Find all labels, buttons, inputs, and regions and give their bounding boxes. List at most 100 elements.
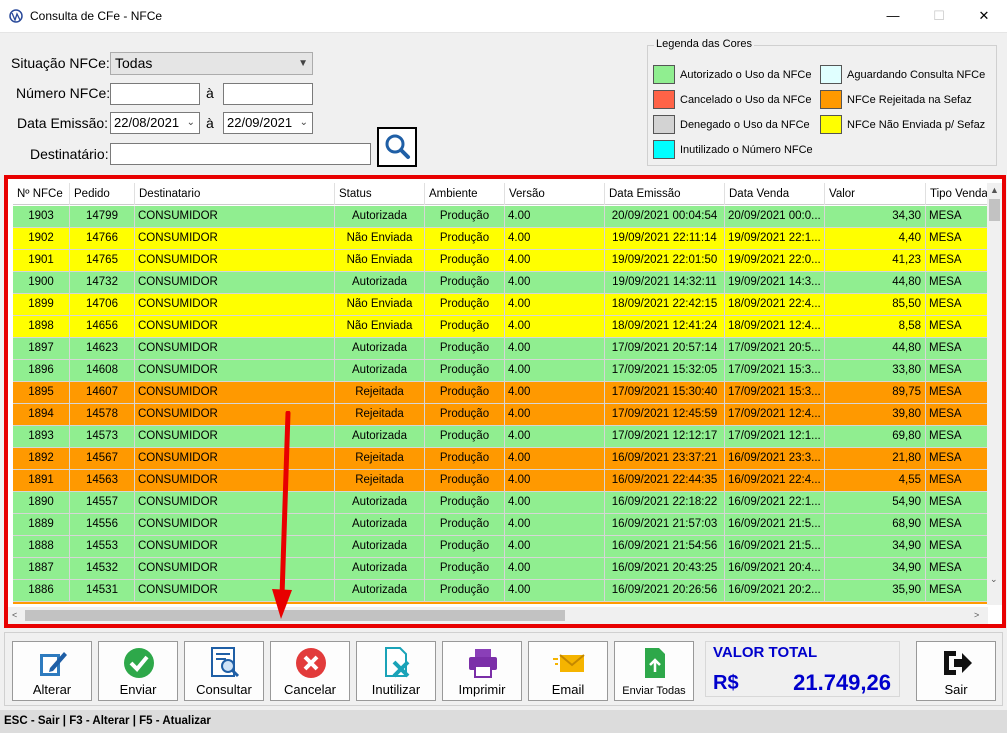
table-cell: CONSUMIDOR [135,272,335,293]
table-row[interactable]: 1897 14623 CONSUMIDOR Autorizada Produção 4.0… [13,338,988,360]
sair-button[interactable]: Sair [916,641,996,701]
table-cell: Autorizada [335,536,425,557]
mail-icon [553,654,585,672]
table-row[interactable]: 1894 14578 CONSUMIDOR Rejeitada Produção 4.00… [13,404,988,426]
table-cell: 17/09/2021 12:12:17 [605,426,725,447]
table-row[interactable]: 1890 14557 CONSUMIDOR Autorizada Produção 4.0… [13,492,988,514]
imprimir-button[interactable]: Imprimir [442,641,522,701]
table-row[interactable]: 1898 14656 CONSUMIDOR Não Enviada Produção 4.… [13,316,988,338]
table-row[interactable]: 1886 14531 CONSUMIDOR Autorizada Produção 4.0… [13,580,988,602]
column-header[interactable]: Nº NFCe [13,183,70,205]
legend-label-aguardando: Aguardando Consulta NFCe [847,69,986,81]
table-row[interactable]: 1892 14567 CONSUMIDOR Rejeitada Produção 4.00… [13,448,988,470]
data-to-picker[interactable]: 22/09/2021 ⌄ [223,112,313,134]
maximize-button[interactable]: ☐ [916,0,962,32]
table-cell: Produção [425,404,505,425]
table-row[interactable]: 1899 14706 CONSUMIDOR Não Enviada Produção 4.… [13,294,988,316]
scroll-down-icon[interactable]: ⌄ [990,574,998,585]
destinatario-input[interactable] [110,143,371,165]
legend-title: Legenda das Cores [654,38,755,50]
table-cell: 8,58 [825,316,926,337]
scroll-up-icon[interactable]: ▲ [990,185,999,195]
table-cell: 17/09/2021 15:3... [725,360,825,381]
column-header[interactable]: Status [335,183,425,205]
data-to-value: 22/09/2021 [227,115,293,130]
close-button[interactable]: ✕ [961,0,1007,32]
column-header[interactable]: Destinatario [135,183,335,205]
alterar-button[interactable]: Alterar [12,641,92,701]
minimize-button[interactable]: — [870,0,916,32]
table-row[interactable]: 1893 14573 CONSUMIDOR Autorizada Produção 4.0… [13,426,988,448]
vertical-scroll-thumb[interactable] [989,199,1000,221]
table-cell: 4.00 [505,580,605,601]
enviar-todas-button[interactable]: Enviar Todas [614,641,694,701]
numero-from-input[interactable] [110,83,200,105]
enviar-button[interactable]: Enviar [98,641,178,701]
legend-swatch-cancelado [653,90,675,109]
table-row[interactable]: 1900 14732 CONSUMIDOR Autorizada Produção 4.0… [13,272,988,294]
column-header[interactable]: Tipo Venda [926,183,988,205]
scroll-right-icon[interactable]: > [974,610,979,620]
table-cell: 1895 [13,382,70,403]
nfce-grid[interactable]: Nº NFCe Pedido Destinatario Status Ambiente V… [4,175,1006,628]
column-header[interactable]: Ambiente [425,183,505,205]
table-cell: Produção [425,338,505,359]
table-cell: Rejeitada [335,404,425,425]
table-cell: MESA [926,448,988,469]
column-header[interactable]: Versão [505,183,605,205]
table-cell: 14732 [70,272,135,293]
table-row[interactable]: 1895 14607 CONSUMIDOR Rejeitada Produção 4.00… [13,382,988,404]
table-cell: MESA [926,206,988,227]
consultar-label: Consultar [196,682,252,697]
table-cell: Autorizada [335,580,425,601]
table-cell: CONSUMIDOR [135,492,335,513]
table-cell: 17/09/2021 20:57:14 [605,338,725,359]
column-header[interactable]: Valor [825,183,926,205]
table-cell: Autorizada [335,514,425,535]
table-cell: 16/09/2021 22:18:22 [605,492,725,513]
inutilizar-button[interactable]: Inutilizar [356,641,436,701]
window-title: Consulta de CFe - NFCe [30,9,163,23]
numero-to-input[interactable] [223,83,313,105]
table-row[interactable]: 1902 14766 CONSUMIDOR Não Enviada Produção 4.… [13,228,988,250]
table-row[interactable]: 1887 14532 CONSUMIDOR Autorizada Produção 4.0… [13,558,988,580]
legend-label-nao-enviada: NFCe Não Enviada p/ Sefaz [847,119,986,131]
data-from-picker[interactable]: 22/08/2021 ⌄ [110,112,200,134]
email-label: Email [551,682,585,697]
table-row[interactable]: 1891 14563 CONSUMIDOR Rejeitada Produção 4.00… [13,470,988,492]
table-cell: MESA [926,316,988,337]
column-header[interactable]: Data Venda [725,183,825,205]
legend-label-denegado: Denegado o Uso da NFCe [680,119,810,131]
table-cell: Produção [425,558,505,579]
situacao-select[interactable]: Todas ▼ [110,52,313,75]
range-separator: à [206,115,214,131]
table-cell: Autorizada [335,558,425,579]
scroll-left-icon[interactable]: < [12,610,17,620]
table-row[interactable]: 1889 14556 CONSUMIDOR Autorizada Produção 4.0… [13,514,988,536]
consultar-button[interactable]: Consultar [184,641,264,701]
table-cell: 39,80 [825,404,926,425]
vertical-scrollbar[interactable]: ▲ ⌄ [987,183,1002,605]
table-cell: CONSUMIDOR [135,382,335,403]
table-row[interactable]: 1888 14553 CONSUMIDOR Autorizada Produção 4.0… [13,536,988,558]
table-row[interactable]: 1903 14799 CONSUMIDOR Autorizada Produção 4.0… [13,206,988,228]
column-header[interactable]: Pedido [70,183,135,205]
horizontal-scrollbar[interactable]: < > [8,607,988,624]
table-row[interactable]: 1901 14765 CONSUMIDOR Não Enviada Produção 4.… [13,250,988,272]
table-cell: 14557 [70,492,135,513]
table-cell: Produção [425,514,505,535]
table-cell: Autorizada [335,360,425,381]
column-header[interactable]: Data Emissão [605,183,725,205]
table-cell: 17/09/2021 15:32:05 [605,360,725,381]
table-cell: 4.00 [505,558,605,579]
table-cell: Não Enviada [335,250,425,271]
exit-arrow-icon [944,651,972,675]
table-row[interactable] [13,602,988,604]
cancelar-button[interactable]: Cancelar [270,641,350,701]
table-row[interactable]: 1896 14608 CONSUMIDOR Autorizada Produção 4.0… [13,360,988,382]
file-upload-icon [645,648,665,678]
search-button[interactable] [377,127,417,167]
table-cell: Produção [425,536,505,557]
table-cell: 4.00 [505,492,605,513]
email-button[interactable]: Email [528,641,608,701]
